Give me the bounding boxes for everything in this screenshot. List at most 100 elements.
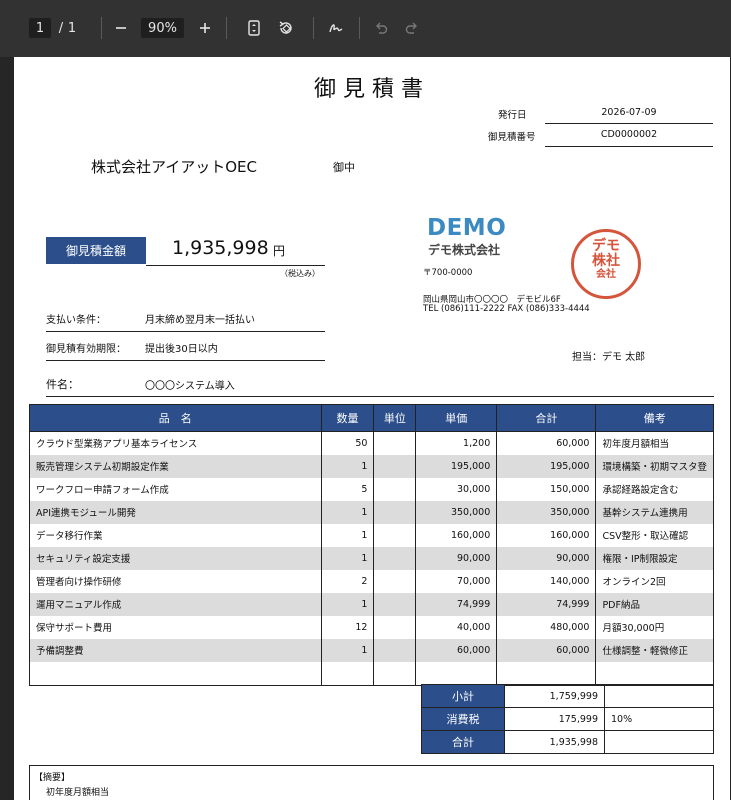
empty-cell — [496, 661, 597, 686]
item-name: クラウド型業務アプリ基本ライセンス — [29, 431, 322, 455]
item-unit-price: 350,000 — [415, 500, 498, 524]
payment-terms-underline — [46, 331, 325, 332]
contact-person: 担当：デモ 太郎 — [572, 352, 646, 363]
item-unit-price: 74,999 — [415, 592, 498, 616]
quote-number-label: 御見積番号 — [488, 132, 536, 143]
item-remarks: 仕様調整・軽微修正 — [595, 638, 714, 662]
item-quantity: 50 — [320, 431, 375, 455]
item-unit — [373, 615, 417, 639]
empty-cell — [29, 661, 322, 686]
empty-cell — [373, 661, 417, 686]
item-quantity: 1 — [320, 638, 375, 662]
undo-button[interactable] — [372, 18, 390, 38]
summary-label: 【摘要】 — [34, 773, 71, 783]
quote-amount-underline — [146, 265, 325, 266]
item-unit — [373, 523, 417, 547]
item-quantity: 1 — [320, 592, 375, 616]
quote-amount-yen: 円 — [273, 244, 286, 258]
validity-label: 御見積有効期限： — [46, 344, 126, 355]
table-row: 運用マニュアル作成 1 74,999 74,999 PDF納品 — [29, 592, 714, 616]
draw-button[interactable] — [326, 18, 346, 38]
item-name: API連携モジュール開発 — [29, 500, 322, 524]
item-total: 60,000 — [496, 638, 597, 662]
item-name: 管理者向け操作研修 — [29, 569, 322, 593]
toolbar-divider — [359, 17, 360, 39]
subtotal-row: 小計 1,759,999 — [421, 684, 714, 708]
rotate-button[interactable] — [276, 18, 296, 38]
item-unit-price: 60,000 — [415, 638, 498, 662]
total-value: 1,935,998 — [504, 730, 605, 754]
item-remarks: 環境構築・初期マスタ登 — [595, 454, 714, 478]
page-number-input[interactable]: 1 — [29, 18, 51, 38]
total-label: 合計 — [421, 730, 505, 754]
empty-cell — [415, 661, 498, 686]
header-line-total: 合計 — [496, 404, 597, 432]
item-unit-price: 30,000 — [415, 477, 498, 501]
payment-terms-value: 月末締め翌月末一括払い — [145, 315, 255, 326]
total-row: 合計 1,935,998 — [421, 730, 714, 754]
totals-table: 小計 1,759,999 消費税 175,999 10% 合計 1,935,99… — [421, 684, 714, 754]
tax-value: 175,999 — [504, 707, 605, 731]
item-name: 保守サポート費用 — [29, 615, 322, 639]
item-unit-price: 1,200 — [415, 431, 498, 455]
redo-button[interactable] — [403, 18, 421, 38]
item-quantity: 1 — [320, 546, 375, 570]
company-tel-fax: TEL (086)111-2222 FAX (086)333-4444 — [423, 304, 590, 314]
fit-page-button[interactable] — [244, 18, 264, 38]
item-quantity: 12 — [320, 615, 375, 639]
item-total: 90,000 — [496, 546, 597, 570]
undo-icon — [376, 22, 388, 34]
signature-icon — [329, 24, 343, 33]
table-row: 販売管理システム初期設定作業 1 195,000 195,000 環境構築・初期… — [29, 454, 714, 478]
zoom-out-button[interactable] — [112, 18, 130, 38]
fit-page-icon — [248, 20, 260, 36]
item-remarks: 基幹システム連携用 — [595, 500, 714, 524]
client-honorific: 御中 — [333, 161, 355, 174]
item-remarks: 権限・IP制限設定 — [595, 546, 714, 570]
quote-amount-label: 御見積金額 — [46, 237, 146, 264]
table-row: データ移行作業 1 160,000 160,000 CSV整形・取込確認 — [29, 523, 714, 547]
item-total: 60,000 — [496, 431, 597, 455]
item-quantity: 2 — [320, 569, 375, 593]
item-name: ワークフロー申請フォーム作成 — [29, 477, 322, 501]
item-remarks: PDF納品 — [595, 592, 714, 616]
header-remarks: 備考 — [595, 404, 714, 432]
item-remarks: 承認経路設定含む — [595, 477, 714, 501]
item-remarks: CSV整形・取込確認 — [595, 523, 714, 547]
item-total: 350,000 — [496, 500, 597, 524]
item-total: 480,000 — [496, 615, 597, 639]
company-postal-code: 〒700-0000 — [423, 268, 473, 278]
item-unit-price: 70,000 — [415, 569, 498, 593]
quote-amount-value: 1,935,998 — [172, 237, 269, 259]
item-unit-price: 195,000 — [415, 454, 498, 478]
page-total: 1 — [67, 20, 77, 36]
item-unit — [373, 546, 417, 570]
item-unit-price: 160,000 — [415, 523, 498, 547]
document-title: 御見積書 — [313, 77, 430, 102]
table-row: クラウド型業務アプリ基本ライセンス 50 1,200 60,000 初年度月額相… — [29, 431, 714, 455]
item-unit — [373, 638, 417, 662]
item-name: 運用マニュアル作成 — [29, 592, 322, 616]
zoom-in-button[interactable] — [196, 18, 214, 38]
item-total: 160,000 — [496, 523, 597, 547]
table-header-row: 品 名 数量 単位 単価 合計 備考 — [29, 404, 714, 432]
quote-number-underline — [545, 146, 713, 147]
redo-icon — [405, 22, 417, 34]
item-quantity: 1 — [320, 454, 375, 478]
client-name: 株式会社アイアットOEC — [91, 158, 258, 176]
item-total: 195,000 — [496, 454, 597, 478]
company-logo-word: DEMO — [427, 215, 507, 241]
tax-row: 消費税 175,999 10% — [421, 707, 714, 731]
header-quantity: 数量 — [320, 404, 375, 432]
payment-terms-label: 支払い条件： — [46, 315, 106, 326]
toolbar-divider — [313, 17, 314, 39]
item-unit — [373, 500, 417, 524]
item-unit — [373, 454, 417, 478]
subject-label: 件名： — [46, 378, 79, 391]
empty-cell — [320, 661, 375, 686]
table-row: 管理者向け操作研修 2 70,000 140,000 オンライン2回 — [29, 569, 714, 593]
zoom-level-input[interactable]: 90% — [141, 18, 184, 38]
tax-included-note: （税込み） — [280, 269, 320, 278]
table-row: 予備調整費 1 60,000 60,000 仕様調整・軽微修正 — [29, 638, 714, 662]
subtotal-note — [604, 684, 714, 708]
